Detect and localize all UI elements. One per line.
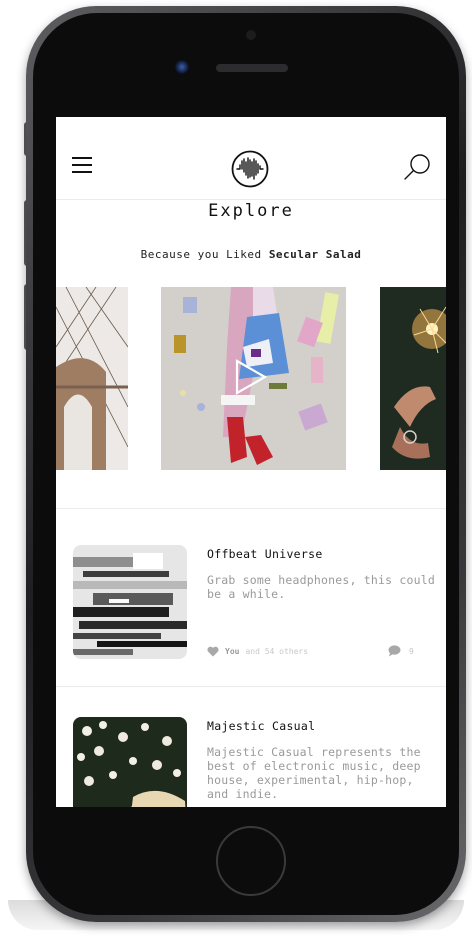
- page-title: Explore: [208, 201, 294, 221]
- comments-row: 9: [388, 645, 414, 657]
- playlist-title[interactable]: Majestic Casual: [207, 719, 315, 733]
- likes-you-label: You: [225, 647, 240, 656]
- subtitle-prefix: Because you Liked: [140, 248, 269, 261]
- playlist-title[interactable]: Offbeat Universe: [207, 547, 323, 561]
- playlist-thumbnail-offbeat[interactable]: [73, 545, 187, 659]
- liked-playlist-name[interactable]: Secular Salad: [269, 248, 362, 261]
- playlist-description: Majestic Casual represents the best of e…: [207, 745, 421, 801]
- earpiece-speaker: [216, 64, 288, 72]
- comment-bubble-icon[interactable]: [388, 645, 401, 657]
- section-divider: [56, 686, 446, 687]
- playlist-description: Grab some headphones, this could be a wh…: [207, 573, 435, 601]
- likes-others-label[interactable]: and 54 others: [245, 647, 308, 656]
- soundwave-logo-icon[interactable]: [231, 150, 269, 188]
- front-camera: [175, 60, 189, 74]
- carousel-card-bridge[interactable]: [56, 287, 128, 470]
- bridge-photo: [56, 287, 128, 470]
- carousel-card-featured[interactable]: [161, 287, 346, 470]
- section-divider: [56, 508, 446, 509]
- painted-illustration: [161, 287, 346, 470]
- likes-row: You and 54 others: [207, 646, 308, 657]
- sparkler-photo: [380, 287, 446, 470]
- top-bar: [56, 117, 446, 200]
- hamburger-menu-icon[interactable]: [72, 157, 92, 173]
- heart-icon[interactable]: [207, 646, 219, 657]
- search-icon[interactable]: [403, 153, 431, 181]
- comment-count: 9: [409, 646, 414, 656]
- home-button[interactable]: [216, 826, 286, 896]
- glitch-artwork: [73, 545, 187, 659]
- flowers-artwork: [73, 717, 187, 807]
- recommendation-subtitle: Because you Liked Secular Salad: [56, 248, 446, 261]
- carousel-card-sparkler[interactable]: [380, 287, 446, 470]
- playlist-thumbnail-majestic[interactable]: [73, 717, 187, 807]
- proximity-sensor: [246, 30, 256, 40]
- app-screen: Explore Because you Liked Secular Salad: [56, 117, 446, 807]
- phone-mockup: Explore Because you Liked Secular Salad: [0, 0, 472, 950]
